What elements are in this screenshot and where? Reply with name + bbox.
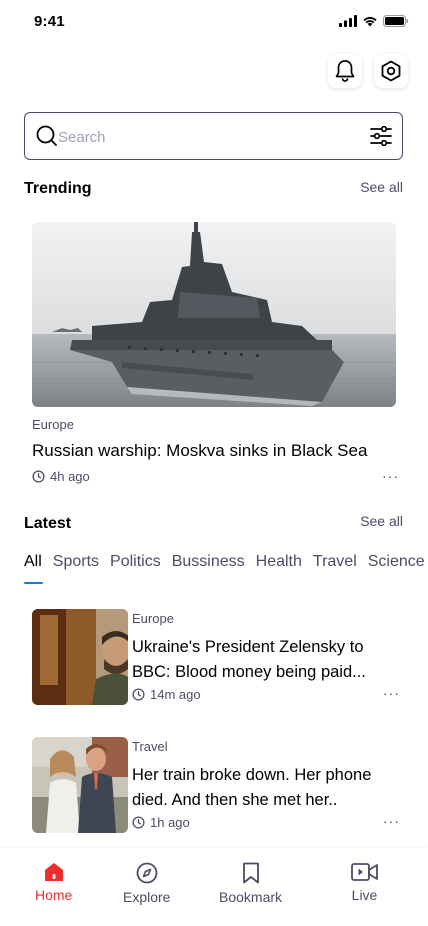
latest-see-all-link[interactable]: See all [360,513,403,529]
latest-article-time: 14m ago [132,687,201,702]
search-box[interactable] [24,112,403,160]
home-icon [44,863,63,881]
nav-label-explore: Explore [123,889,171,905]
battery-icon [383,15,409,27]
latest-article-thumbnail [32,737,128,833]
trending-heading: Trending [24,180,92,197]
clock-icon [32,470,45,483]
latest-article-category: Travel [132,739,168,754]
latest-article-title[interactable]: Ukraine's President Zelensky to BBC: Blo… [132,635,398,685]
latest-article-category: Europe [132,611,174,626]
tab-science[interactable]: Science [368,553,425,571]
wedding-couple-photo [32,737,128,833]
latest-article-more-button[interactable]: ··· [383,685,400,701]
notifications-button[interactable] [328,54,362,88]
nav-label-home: Home [35,887,73,903]
nav-item-live[interactable]: Live [351,862,378,903]
tab-sports[interactable]: Sports [53,553,99,571]
settings-hexagon-icon [381,60,401,82]
latest-article-thumbnail [32,609,128,705]
clock-icon [132,816,145,829]
nav-item-home[interactable]: Home [35,862,72,903]
warship-photo [32,222,396,407]
latest-article-time-text: 1h ago [150,815,190,830]
tab-bussiness[interactable]: Bussiness [172,553,245,571]
status-icons [339,15,409,27]
latest-article-time-text: 14m ago [150,687,201,702]
tab-health[interactable]: Health [256,553,302,571]
tab-all[interactable]: All [24,553,42,571]
tab-travel[interactable]: Travel [313,553,357,571]
trending-article-category: Europe [32,417,74,432]
latest-heading: Latest [24,515,72,532]
latest-article-more-button[interactable]: ··· [383,813,400,829]
settings-button[interactable] [374,54,408,88]
latest-article-item[interactable]: Travel Her train broke down. Her phone d… [32,737,402,833]
trending-see-all-link[interactable]: See all [360,179,403,195]
video-icon [351,863,378,881]
nav-label-bookmark: Bookmark [219,889,283,905]
tab-politics[interactable]: Politics [110,553,161,571]
trending-article-time: 4h ago [32,469,90,484]
status-bar: 9:41 [0,0,428,44]
bell-icon [335,60,355,82]
latest-article-title[interactable]: Her train broke down. Her phone died. An… [132,763,398,813]
wifi-icon [363,16,377,27]
trending-article-time-text: 4h ago [50,469,90,484]
latest-article-time: 1h ago [132,815,190,830]
compass-icon [136,862,158,884]
bottom-navigation: Home Explore Bookmark Live [0,848,428,926]
trending-article-more-button[interactable]: ··· [382,468,399,484]
filter-sliders-icon[interactable] [370,125,392,147]
zelensky-photo [32,609,128,705]
category-tabs: All Sports Politics Bussiness Health Tra… [24,553,425,571]
trending-article-title[interactable]: Russian warship: Moskva sinks in Black S… [32,441,402,461]
nav-label-live: Live [351,887,378,903]
search-icon [36,125,57,146]
status-time: 9:41 [34,13,65,30]
bookmark-icon [242,862,259,884]
latest-article-item[interactable]: Europe Ukraine's President Zelensky to B… [32,609,402,705]
nav-item-explore[interactable]: Explore [123,862,170,905]
trending-article-card[interactable] [32,222,396,407]
cellular-signal-icon [339,15,357,27]
active-tab-indicator [24,582,43,584]
search-input[interactable] [58,125,358,149]
clock-icon [132,688,145,701]
nav-item-bookmark[interactable]: Bookmark [219,862,282,905]
trending-article-image [32,222,396,407]
